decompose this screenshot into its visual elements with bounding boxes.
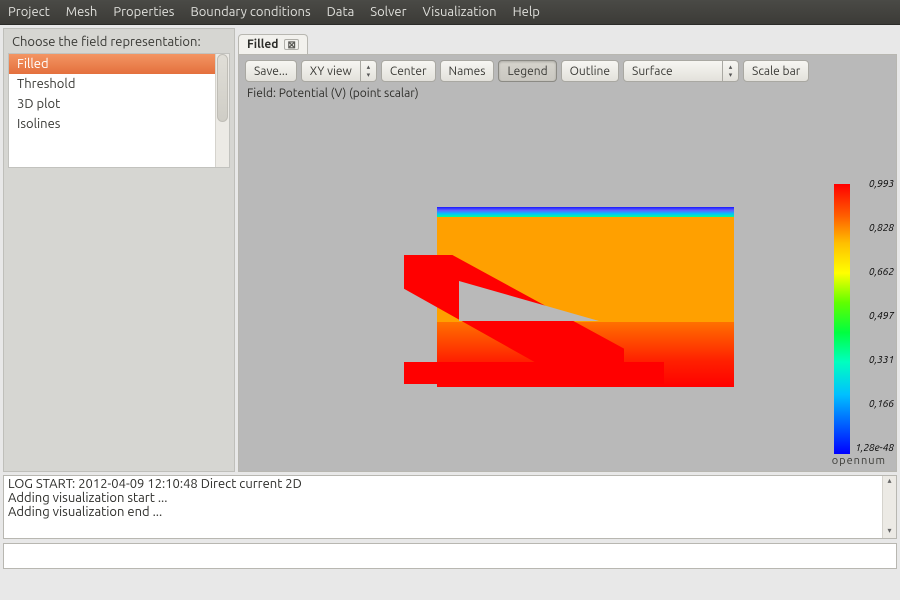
save-button[interactable]: Save... [245, 60, 297, 82]
colorbar-tick: 0,166 [852, 398, 894, 409]
colorbar-tick: 0,497 [852, 310, 894, 321]
menu-properties[interactable]: Properties [113, 5, 174, 19]
brand-label: opennum [832, 455, 886, 467]
colorbar-tick: 0,993 [852, 178, 894, 189]
sidebar: Choose the field representation: Filled … [3, 28, 235, 472]
list-item-threshold[interactable]: Threshold [9, 74, 229, 94]
colorbar-tick: 0,331 [852, 354, 894, 365]
sidebar-title: Choose the field representation: [8, 33, 230, 53]
xy-view-spin[interactable]: XY view ▴▾ [301, 60, 377, 82]
list-item-3d-plot[interactable]: 3D plot [9, 94, 229, 114]
outline-toggle[interactable]: Outline [561, 60, 619, 82]
render-canvas[interactable]: 0,993 0,828 0,662 0,497 0,331 0,166 1,28… [239, 102, 896, 471]
names-button[interactable]: Names [440, 60, 495, 82]
log-line: LOG START: 2012-04-09 12:10:48 Direct cu… [8, 477, 892, 491]
colorbar-tick: 0,662 [852, 266, 894, 277]
toolbar: Save... XY view ▴▾ Center Names Legend O… [239, 55, 896, 87]
center-button[interactable]: Center [381, 60, 436, 82]
sidebar-scrollbar[interactable] [215, 54, 229, 167]
log-line: Adding visualization end ... [8, 505, 892, 519]
menu-data[interactable]: Data [327, 5, 355, 19]
menu-boundary-conditions[interactable]: Boundary conditions [190, 5, 310, 19]
menu-mesh[interactable]: Mesh [66, 5, 98, 19]
log-scrollbar[interactable]: ▴ ▾ [882, 476, 896, 538]
visualization-panel: Save... XY view ▴▾ Center Names Legend O… [238, 54, 897, 472]
menu-solver[interactable]: Solver [370, 5, 406, 19]
chevron-updown-icon[interactable]: ▴▾ [723, 60, 739, 82]
log-line: Adding visualization start ... [8, 491, 892, 505]
colorbar-labels: 0,993 0,828 0,662 0,497 0,331 0,166 1,28… [852, 178, 894, 460]
menu-visualization[interactable]: Visualization [423, 5, 497, 19]
surface-mode-value: Surface [623, 60, 723, 82]
xy-view-button[interactable]: XY view [301, 60, 361, 82]
field-plot [404, 207, 734, 387]
tabbar: Filled ⊠ [238, 28, 897, 54]
tab-filled[interactable]: Filled ⊠ [238, 34, 308, 54]
sidebar-scrollbar-thumb[interactable] [217, 54, 228, 122]
colorbar-tick: 1,28e-48 [852, 442, 894, 453]
colorbar [834, 184, 850, 454]
menu-project[interactable]: Project [8, 5, 50, 19]
colorbar-tick: 0,828 [852, 222, 894, 233]
legend-toggle[interactable]: Legend [498, 60, 556, 82]
list-item-isolines[interactable]: Isolines [9, 114, 229, 134]
chevron-down-icon[interactable]: ▾ [883, 526, 896, 538]
tab-label: Filled [247, 38, 278, 51]
surface-mode-combo[interactable]: Surface ▴▾ [623, 60, 739, 82]
field-label: Field: Potential (V) (point scalar) [239, 87, 896, 102]
menu-help[interactable]: Help [513, 5, 540, 19]
list-item-filled[interactable]: Filled [9, 54, 229, 74]
chevron-updown-icon[interactable]: ▴▾ [361, 60, 377, 82]
command-input[interactable] [3, 543, 897, 569]
close-icon[interactable]: ⊠ [284, 39, 298, 50]
chevron-up-icon[interactable]: ▴ [883, 476, 896, 488]
log-output[interactable]: LOG START: 2012-04-09 12:10:48 Direct cu… [3, 475, 897, 539]
menubar: Project Mesh Properties Boundary conditi… [0, 0, 900, 25]
field-representation-list[interactable]: Filled Threshold 3D plot Isolines [8, 53, 230, 168]
scale-bar-toggle[interactable]: Scale bar [743, 60, 809, 82]
